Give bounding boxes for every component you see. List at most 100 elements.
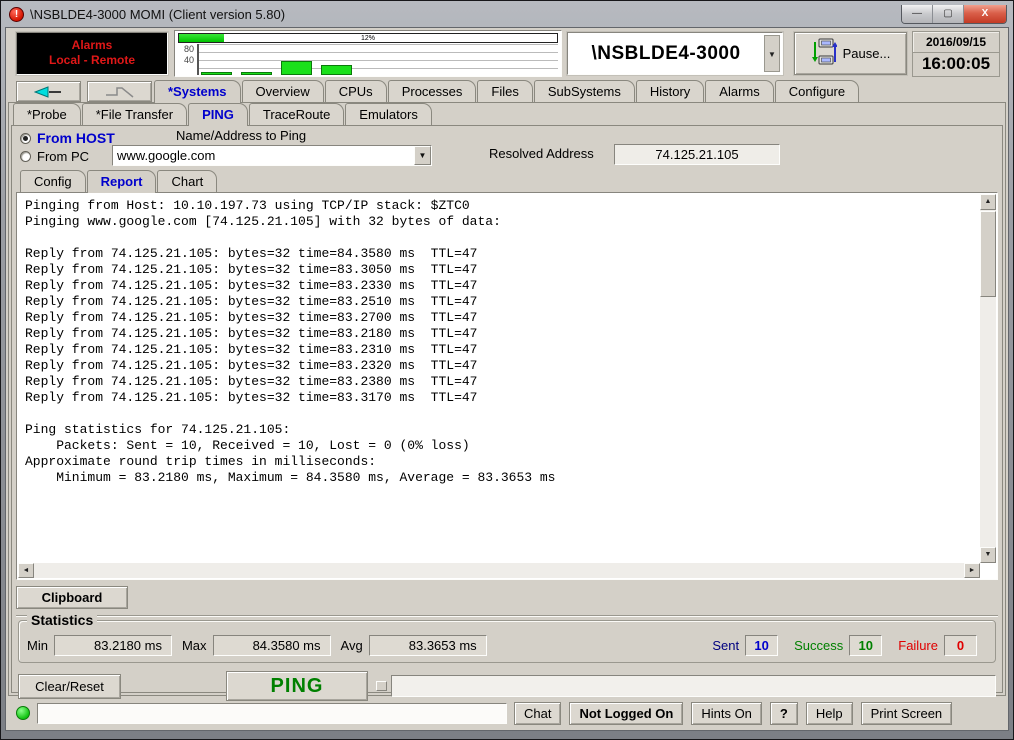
cpu-history-bars xyxy=(201,61,352,75)
scroll-left-icon[interactable]: ◄ xyxy=(18,563,34,578)
back-triangle-icon xyxy=(34,86,64,98)
momi-window: ! \NSBLDE4-3000 MOMI (Client version 5.8… xyxy=(0,0,1014,740)
memory-progress-bar: 12% xyxy=(178,33,558,43)
tab-alarms[interactable]: Alarms xyxy=(705,80,773,102)
failure-value: 0 xyxy=(944,635,977,656)
minimize-button[interactable]: — xyxy=(902,5,933,23)
statistics-group: Statistics Min 83.2180 ms Max 84.3580 ms… xyxy=(18,620,996,663)
success-value: 10 xyxy=(849,635,882,656)
address-dropdown-icon[interactable]: ▼ xyxy=(414,146,431,165)
tab-history[interactable]: History xyxy=(636,80,704,102)
avg-label: Avg xyxy=(341,638,363,653)
status-bar: Chat Not Logged On Hints On? Help Print Scre… xyxy=(8,700,1006,726)
alarms-indicator-line1: Alarms xyxy=(17,38,167,53)
status-message-input[interactable] xyxy=(38,704,506,723)
scroll-down-icon[interactable]: ▼ xyxy=(980,547,996,563)
quick-help-button[interactable]: ? xyxy=(770,702,798,725)
tab-files[interactable]: Files xyxy=(477,80,532,102)
current-time: 16:00:05 xyxy=(913,53,999,76)
system-selector-value: \NSBLDE4-3000 xyxy=(568,43,764,65)
vertical-scroll-thumb[interactable] xyxy=(980,211,996,297)
vertical-scrollbar[interactable]: ▲ ▼ xyxy=(980,194,996,563)
max-label: Max xyxy=(182,638,207,653)
sent-value: 10 xyxy=(745,635,778,656)
tab-processes[interactable]: Processes xyxy=(388,80,477,102)
horizontal-scrollbar[interactable]: ◄ ► xyxy=(18,563,980,578)
current-date: 2016/09/15 xyxy=(913,32,999,53)
system-selector-dropdown-icon[interactable]: ▼ xyxy=(764,35,780,72)
help-button[interactable]: Help xyxy=(806,702,853,725)
window-title: \NSBLDE4-3000 MOMI (Client version 5.80) xyxy=(30,7,901,22)
systems-tab-strip: *Probe*File TransferPINGTraceRouteEmulat… xyxy=(11,103,1003,125)
system-mini-chart[interactable]: 12% 80 40 xyxy=(174,30,562,77)
alarms-indicator[interactable]: Alarms Local - Remote xyxy=(16,32,168,75)
pause-refresh-icon xyxy=(811,38,837,69)
app-body: Alarms Local - Remote 12% 80 40 xyxy=(5,27,1009,731)
tab-subsystems[interactable]: SubSystems xyxy=(534,80,635,102)
close-button[interactable]: X xyxy=(964,5,1006,23)
pause-button-label: Pause... xyxy=(843,46,891,61)
from-host-radio[interactable] xyxy=(20,133,31,144)
clear-reset-button[interactable]: Clear/Reset xyxy=(18,674,121,699)
sent-label: Sent xyxy=(712,638,739,653)
statistics-group-label: Statistics xyxy=(27,612,97,628)
success-label: Success xyxy=(794,638,843,653)
action-row: Clear/Reset PING xyxy=(16,671,998,701)
restore-button[interactable]: ▢ xyxy=(933,5,964,23)
momi-alert-icon: ! xyxy=(9,7,24,22)
ping-option-checkbox[interactable] xyxy=(376,681,387,691)
datetime-panel: 2016/09/15 16:00:05 xyxy=(912,31,1000,77)
resolved-address-label: Resolved Address xyxy=(489,146,594,161)
resolved-address-value: 74.125.21.105 xyxy=(614,144,780,165)
cpu-busy-plot xyxy=(197,44,558,75)
tab-systems[interactable]: *Systems xyxy=(154,80,241,103)
address-to-ping-label: Name/Address to Ping xyxy=(176,128,306,143)
tab-emulators[interactable]: Emulators xyxy=(345,103,432,125)
cpu-axis-tick-40: 40 xyxy=(178,55,194,66)
ping-progress-bar xyxy=(391,675,996,697)
tab-report[interactable]: Report xyxy=(87,170,157,193)
address-combobox[interactable]: ▼ xyxy=(112,145,432,166)
clipboard-button[interactable]: Clipboard xyxy=(16,586,128,609)
tab-config[interactable]: Config xyxy=(20,170,86,192)
tab-traceroute[interactable]: TraceRoute xyxy=(249,103,344,125)
waveform-icon xyxy=(105,85,135,99)
tab-file-transfer[interactable]: *File Transfer xyxy=(82,103,187,125)
from-pc-label: From PC xyxy=(37,149,89,164)
hints-button[interactable]: Hints On xyxy=(691,702,762,725)
trend-window-button[interactable] xyxy=(87,81,152,102)
ping-button[interactable]: PING xyxy=(226,671,368,701)
tab-overview[interactable]: Overview xyxy=(242,80,324,102)
scroll-tabs-button[interactable] xyxy=(16,81,81,102)
main-tab-strip: *SystemsOverviewCPUsProcessesFilesSubSys… xyxy=(6,80,1008,102)
toolbar: Alarms Local - Remote 12% 80 40 xyxy=(6,28,1008,80)
failure-label: Failure xyxy=(898,638,938,653)
tab-ping[interactable]: PING xyxy=(188,103,248,126)
alarms-indicator-line2: Local - Remote xyxy=(17,53,167,68)
status-message-field[interactable] xyxy=(37,703,507,724)
chat-button[interactable]: Chat xyxy=(514,702,561,725)
from-host-label: From HOST xyxy=(37,130,115,146)
min-value: 83.2180 ms xyxy=(54,635,172,656)
tab-cpus[interactable]: CPUs xyxy=(325,80,387,102)
pause-button[interactable]: Pause... xyxy=(794,32,907,75)
tab-probe[interactable]: *Probe xyxy=(13,103,81,125)
connection-status-icon xyxy=(16,706,30,720)
min-label: Min xyxy=(27,638,48,653)
title-bar[interactable]: ! \NSBLDE4-3000 MOMI (Client version 5.8… xyxy=(1,1,1013,27)
print-screen-button[interactable]: Print Screen xyxy=(861,702,953,725)
logon-button[interactable]: Not Logged On xyxy=(569,702,683,725)
scroll-right-icon[interactable]: ► xyxy=(964,563,980,578)
scroll-up-icon[interactable]: ▲ xyxy=(980,194,996,210)
system-selector[interactable]: \NSBLDE4-3000 ▼ xyxy=(567,32,783,75)
ping-report-area: Pinging from Host: 10.10.197.73 using TC… xyxy=(16,192,998,580)
systems-panel: *Probe*File TransferPINGTraceRouteEmulat… xyxy=(8,102,1006,696)
address-input[interactable] xyxy=(113,146,414,165)
tab-chart[interactable]: Chart xyxy=(157,170,217,192)
ping-report-text: Pinging from Host: 10.10.197.73 using TC… xyxy=(17,193,979,549)
ping-panel: From HOST From PC Name/Address to Ping ▼… xyxy=(11,125,1003,693)
from-pc-radio[interactable] xyxy=(20,151,31,162)
section-divider xyxy=(16,615,998,617)
tab-configure[interactable]: Configure xyxy=(775,80,859,102)
cpu-axis-tick-80: 80 xyxy=(178,44,194,55)
